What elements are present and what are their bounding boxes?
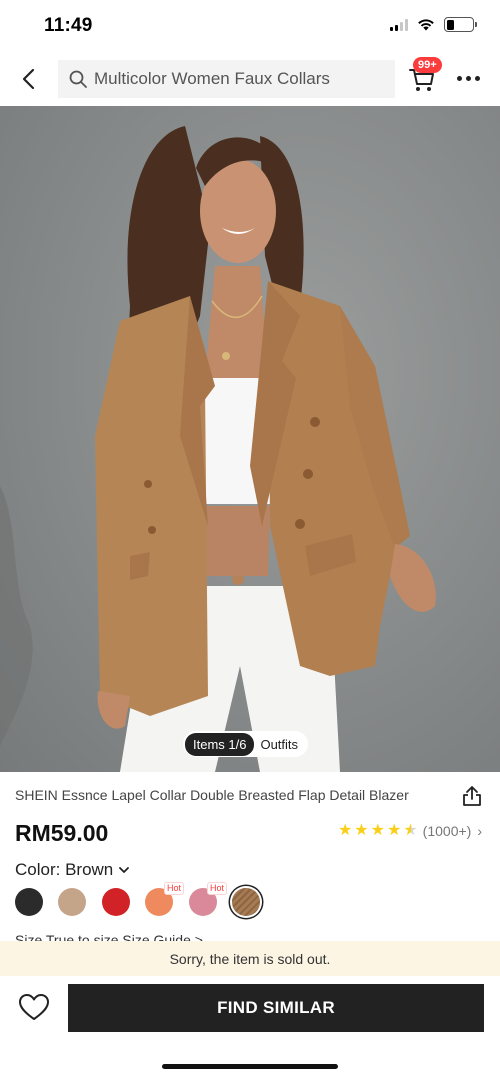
color-swatches: Hot Hot xyxy=(15,882,495,918)
search-icon xyxy=(69,70,87,88)
hot-badge: Hot xyxy=(164,882,185,895)
star-icon: ★ xyxy=(370,822,385,839)
tab-outfits[interactable]: Outfits xyxy=(254,737,306,752)
rating[interactable]: ★ ★ ★ ★ ★ (1000+) › xyxy=(337,822,482,840)
color-selector-label[interactable]: Color: Brown xyxy=(15,860,130,880)
battery-icon xyxy=(444,17,477,32)
find-similar-button[interactable]: FIND SIMILAR xyxy=(68,984,484,1032)
swatch-black[interactable] xyxy=(15,888,43,916)
status-icons xyxy=(390,17,477,32)
half-star-icon: ★ xyxy=(403,822,418,839)
star-icon: ★ xyxy=(386,822,402,839)
search-query-text: Multicolor Women Faux Collars xyxy=(94,69,330,88)
share-icon[interactable] xyxy=(460,784,484,808)
chevron-right-icon: › xyxy=(477,823,482,839)
swatch-khaki[interactable] xyxy=(58,888,86,916)
search-header: Multicolor Women Faux Collars 99+ xyxy=(0,52,500,106)
wifi-icon xyxy=(418,19,434,31)
star-icon: ★ xyxy=(337,822,353,839)
hot-badge: Hot xyxy=(207,882,228,895)
sold-out-banner: Sorry, the item is sold out. xyxy=(0,941,500,976)
tab-items[interactable]: Items 1/6 xyxy=(185,732,255,756)
swatch-brown-selected[interactable] xyxy=(232,888,260,916)
swatch-red[interactable] xyxy=(102,888,130,916)
status-time: 11:49 xyxy=(44,15,93,36)
product-photo xyxy=(0,126,436,772)
color-label: Color: Brown xyxy=(15,860,114,879)
home-indicator[interactable] xyxy=(162,1064,338,1069)
cellular-signal-icon xyxy=(390,18,408,31)
back-arrow-icon[interactable] xyxy=(16,66,42,92)
product-price: RM59.00 xyxy=(15,820,109,846)
status-bar: 11:49 xyxy=(0,0,500,52)
product-image-gallery[interactable]: Items 1/6 Outfits xyxy=(0,106,500,772)
search-input[interactable]: Multicolor Women Faux Collars xyxy=(58,60,395,98)
product-title: SHEIN Essnce Lapel Collar Double Breaste… xyxy=(15,787,409,803)
gallery-tabs: Items 1/6 Outfits xyxy=(183,731,309,757)
chevron-down-icon xyxy=(119,867,130,873)
star-icon: ★ xyxy=(354,822,369,839)
bottom-action-bar: FIND SIMILAR xyxy=(0,976,500,1080)
cart-count-badge: 99+ xyxy=(413,57,442,73)
more-options-icon[interactable] xyxy=(457,76,480,81)
heart-icon[interactable] xyxy=(18,992,50,1024)
review-count: (1000+) xyxy=(422,823,472,839)
